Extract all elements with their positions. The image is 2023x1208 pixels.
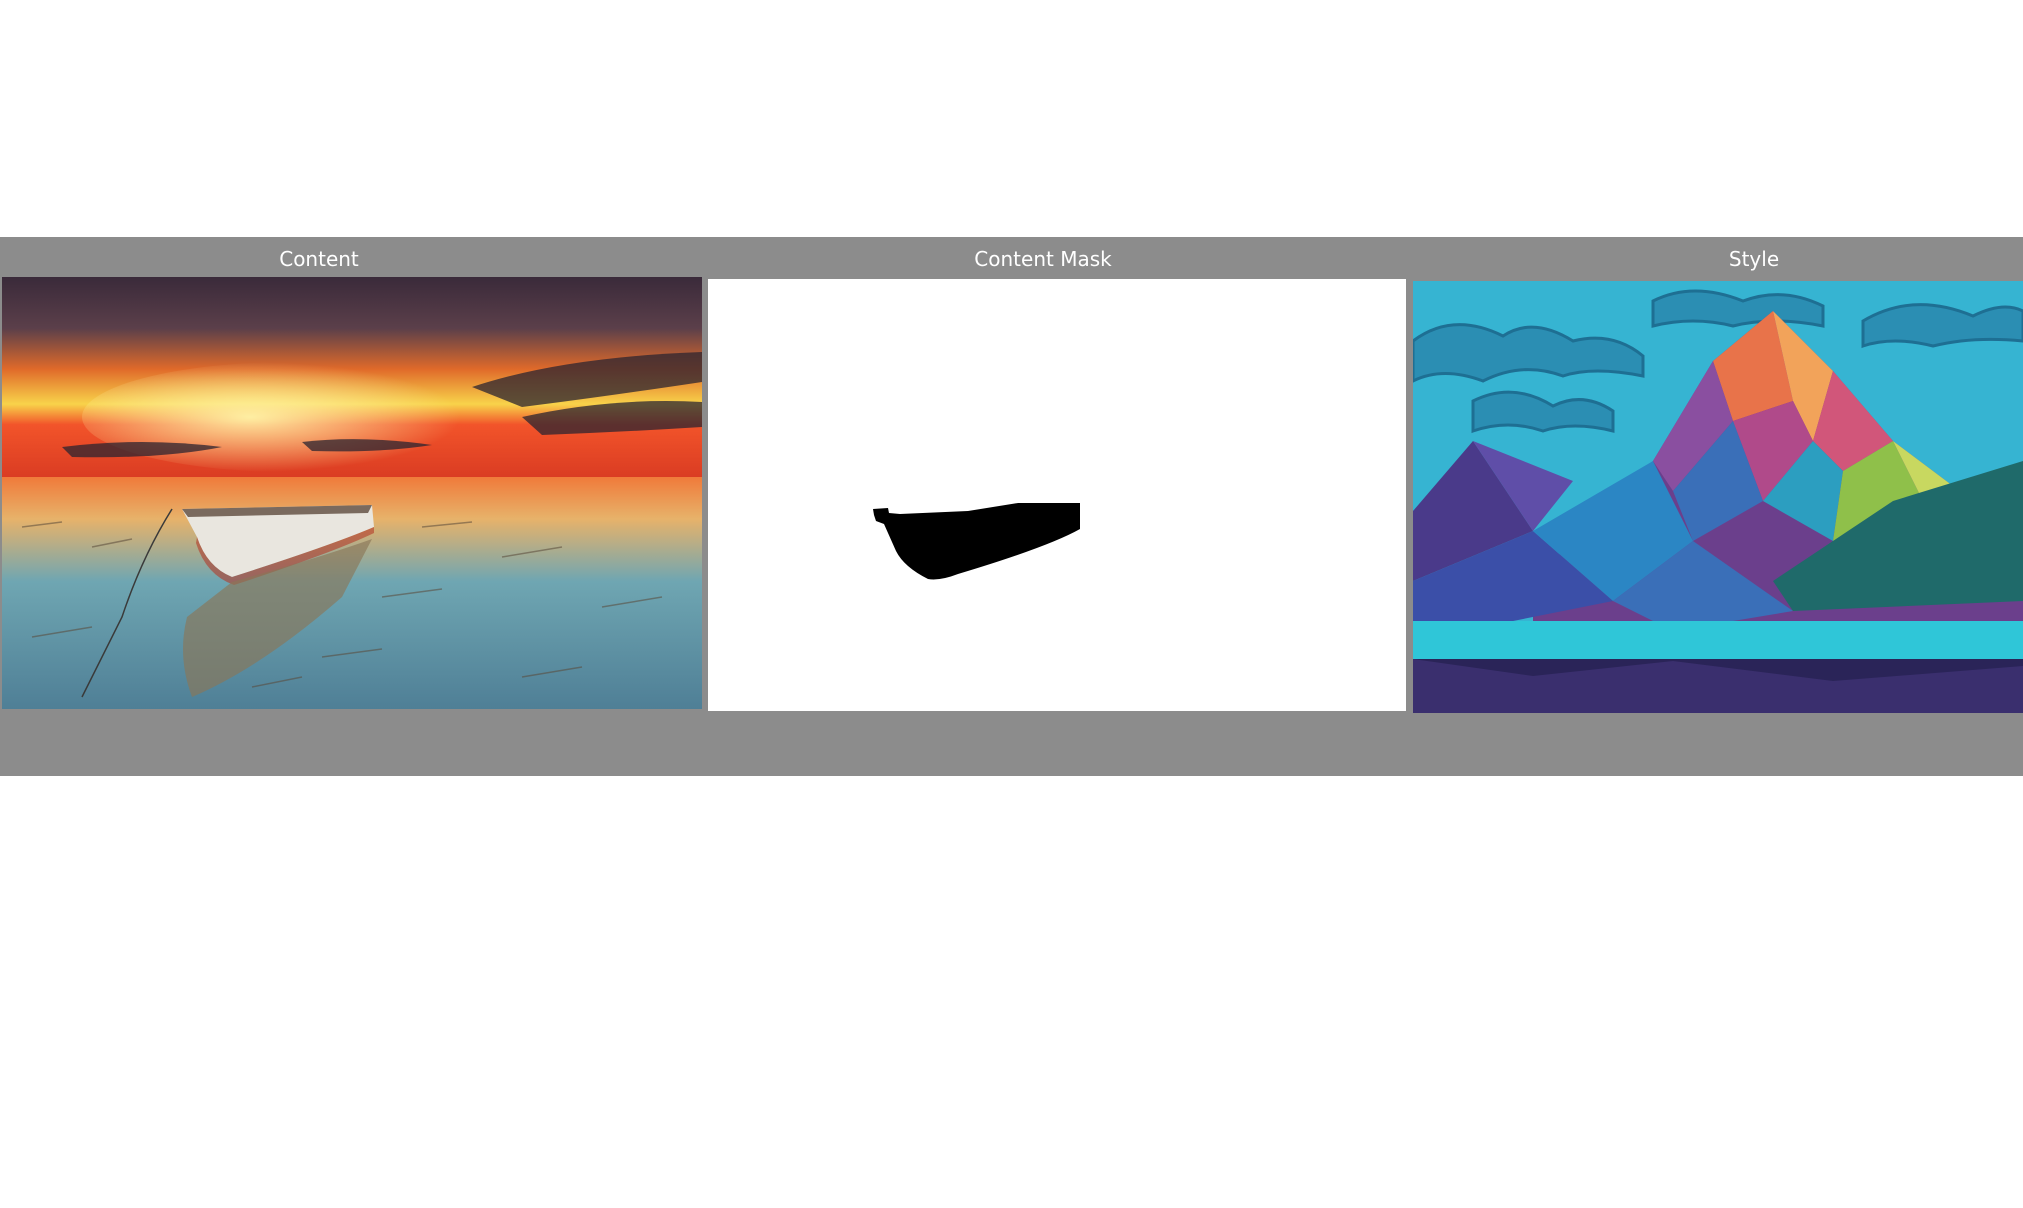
image-comparison-strip: Content Content Mask Style (0, 237, 2023, 776)
style-image (1413, 281, 2023, 713)
content-image (2, 277, 702, 709)
content-mask-image (708, 279, 1406, 711)
content-label: Content (279, 247, 359, 271)
content-mask-label: Content Mask (974, 247, 1112, 271)
style-label: Style (1728, 247, 1780, 271)
